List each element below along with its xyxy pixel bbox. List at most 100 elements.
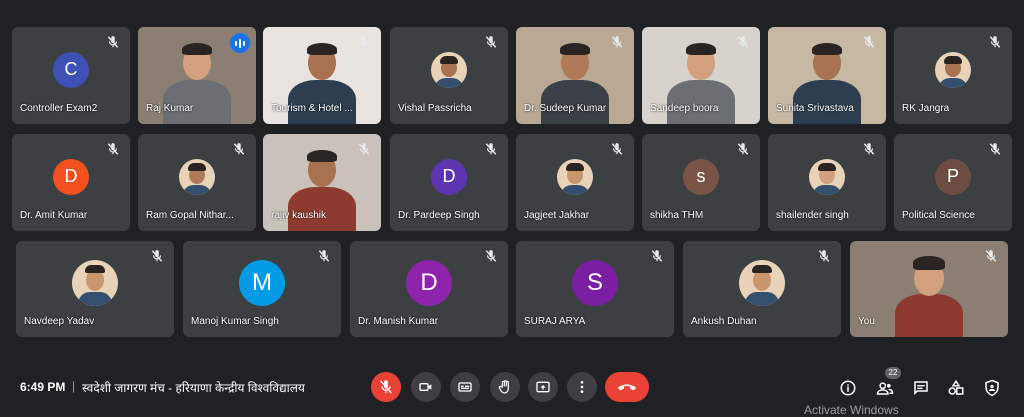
participant-tile[interactable]: Navdeep Yadav [16, 241, 174, 337]
photo-part [560, 184, 590, 195]
audio-level-bar [243, 40, 245, 46]
participant-tile[interactable]: Ankush Duhan [683, 241, 841, 337]
present-icon [536, 381, 550, 393]
photo-part [85, 265, 105, 274]
participant-tile[interactable]: D Dr. Amit Kumar [12, 134, 130, 231]
mic-off-icon [358, 36, 370, 48]
captions-button[interactable] [450, 372, 480, 402]
meeting-title: स्वदेशी जागरण मंच - हरियाणा केन्द्रीय वि… [82, 381, 305, 395]
participant-tile[interactable]: s shikha THM [642, 134, 760, 231]
video-person-body [895, 293, 963, 337]
participant-name: Sunita Srivastava [776, 103, 854, 114]
participant-tile[interactable]: Jagjeet Jakhar [516, 134, 634, 231]
participant-name: Ram Gopal Nithar... [146, 210, 234, 221]
participant-tile[interactable]: C Controller Exam2 [12, 27, 130, 124]
participant-name: Navdeep Yadav [24, 316, 95, 327]
mic-off-icon [380, 380, 392, 394]
bottom-bar: 6:49 PM | स्वदेशी जागरण मंच - हरियाणा के… [0, 350, 1024, 417]
participant-photo [809, 158, 845, 195]
photo-part [745, 292, 779, 307]
participant-photo [72, 260, 118, 307]
participant-tile[interactable]: rajiv kaushik [263, 134, 381, 231]
audio-level-bar [239, 38, 241, 48]
more-options-button[interactable] [567, 372, 597, 402]
participant-name: shikha THM [650, 210, 704, 221]
participant-name: rajiv kaushik [271, 210, 327, 221]
video-person-hair [686, 42, 716, 56]
participant-photo [739, 260, 785, 307]
mic-off-icon [985, 250, 997, 262]
participant-tile[interactable]: Dr. Sudeep Kumar [516, 27, 634, 124]
video-person-hair [307, 149, 337, 163]
camera-icon [419, 383, 432, 391]
participant-tile[interactable]: Raj Kumar [138, 27, 256, 124]
raise-hand-button[interactable] [490, 372, 520, 402]
participant-photo [431, 51, 467, 88]
participant-tile[interactable]: You [850, 241, 1008, 337]
mic-off-icon [863, 143, 875, 155]
more-options-icon [580, 381, 584, 393]
participant-count-badge: 22 [885, 367, 901, 379]
participant-tile[interactable]: D Dr. Manish Kumar [350, 241, 508, 337]
participant-tile[interactable]: S SURAJ ARYA [516, 241, 674, 337]
end-call-icon [617, 384, 637, 391]
participant-avatar: M [239, 260, 285, 307]
chat-icon [914, 381, 928, 396]
info-icon [840, 380, 856, 396]
mic-off-icon [107, 143, 119, 155]
participant-tile[interactable]: M Manoj Kumar Singh [183, 241, 341, 337]
people-button[interactable] [876, 379, 894, 397]
participant-name: Controller Exam2 [20, 103, 98, 114]
mic-off-icon [611, 36, 623, 48]
activities-icon [948, 379, 964, 395]
mic-toggle-button[interactable] [371, 372, 401, 402]
participant-tile[interactable]: Sunita Srivastava [768, 27, 886, 124]
camera-toggle-button[interactable] [411, 372, 441, 402]
mic-off-icon [485, 36, 497, 48]
participant-name: Dr. Manish Kumar [358, 316, 439, 327]
participant-tile[interactable]: shailender singh [768, 134, 886, 231]
video-person-hair [913, 256, 945, 270]
participant-name: Vishal Passricha [398, 103, 472, 114]
participant-avatar: D [406, 260, 452, 307]
host-controls-button[interactable] [983, 379, 1001, 397]
mic-off-icon [107, 36, 119, 48]
activities-button[interactable] [947, 379, 965, 397]
participant-photo [935, 51, 971, 88]
participant-tile[interactable]: RK Jangra [894, 27, 1012, 124]
photo-part [188, 162, 206, 171]
mic-off-icon [863, 36, 875, 48]
photo-part [938, 77, 968, 88]
photo-part [752, 265, 772, 274]
divider: | [72, 379, 76, 393]
photo-part [944, 55, 962, 64]
mic-off-icon [358, 143, 370, 155]
participant-tile[interactable]: D Dr. Pardeep Singh [390, 134, 508, 231]
chat-button[interactable] [912, 379, 930, 397]
participant-name: Dr. Amit Kumar [20, 210, 88, 221]
photo-part [440, 55, 458, 64]
speaking-indicator-icon [230, 33, 250, 53]
raise-hand-icon [498, 380, 509, 394]
participant-avatar: D [431, 158, 467, 195]
present-screen-button[interactable] [528, 372, 558, 402]
participant-tile[interactable]: Tourism & Hotel ... [263, 27, 381, 124]
photo-part [818, 162, 836, 171]
participant-tile[interactable]: P Political Science [894, 134, 1012, 231]
participant-name: Dr. Sudeep Kumar [524, 103, 607, 114]
participant-tile[interactable]: Ram Gopal Nithar... [138, 134, 256, 231]
video-person-hair [812, 42, 842, 56]
captions-icon [458, 382, 472, 392]
participant-tile[interactable]: Vishal Passricha [390, 27, 508, 124]
participant-avatar: s [683, 158, 719, 195]
participant-tile[interactable]: Sandeep boora [642, 27, 760, 124]
mic-off-icon [818, 250, 830, 262]
video-person-hair [307, 42, 337, 56]
leave-call-button[interactable] [605, 372, 649, 402]
video-person-hair [560, 42, 590, 56]
meeting-details-button[interactable] [839, 379, 857, 397]
participant-avatar: P [935, 158, 971, 195]
participant-avatar: C [53, 51, 89, 88]
people-icon [876, 382, 894, 395]
host-controls-icon [985, 379, 999, 397]
